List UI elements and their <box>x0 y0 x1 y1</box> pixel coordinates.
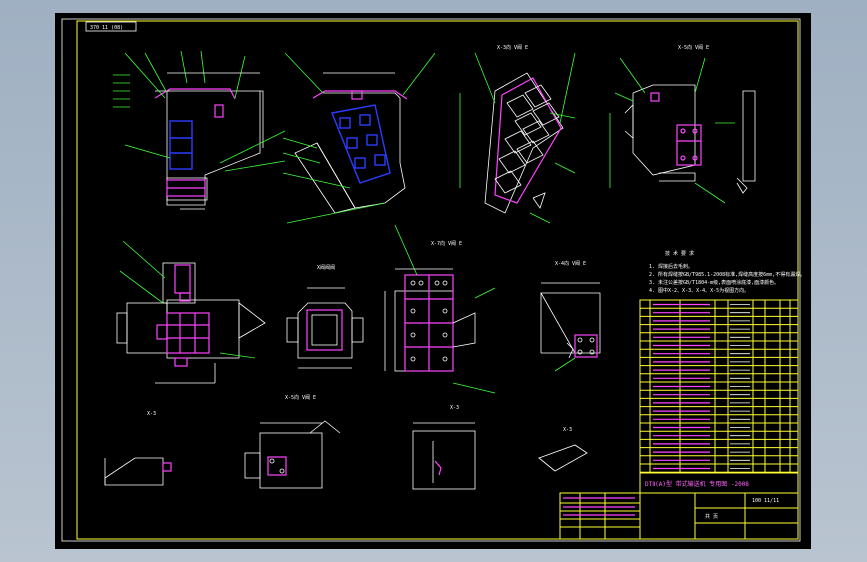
note-3: 3. 未注公差按GB/T1804-m级,表面喷涂底漆,面漆颜色。 <box>649 279 779 286</box>
view-5 <box>116 240 266 384</box>
view-4: X-5向 V阀 E <box>609 44 756 204</box>
view-12: X-3 <box>538 427 588 472</box>
title-company: DTⅡ(A)型 带式输送机 专用图 -2008 <box>645 480 749 488</box>
cad-viewport: 370 11 (08) X-3向 V阀 E X-5向 V阀 E X阀阀阀 X-7… <box>0 0 867 562</box>
notes-title: 技 术 要 求 <box>665 250 694 257</box>
tech-notes: 技 术 要 求 1. 焊接后去毛刺。 2. 所有焊缝按GB/T985.1-200… <box>649 250 805 294</box>
view-8-label: X-4向 V阀 E <box>555 260 586 267</box>
view-1 <box>113 50 286 210</box>
view-3: X-3向 V阀 E <box>459 44 576 224</box>
view-2 <box>282 52 436 224</box>
view-9: X-3 <box>104 411 172 486</box>
title-block: DTⅡ(A)型 带式输送机 专用图 -2008 100 11/11 共 页 <box>559 472 799 540</box>
view-9-label: X-3 <box>147 411 156 417</box>
view-12-label: X-3 <box>563 427 572 433</box>
view-7: X-7向 V阀 E <box>384 224 496 394</box>
title-sheet: 共 页 <box>705 513 718 520</box>
view-8: X-4向 V阀 E <box>540 260 601 372</box>
note-2: 2. 所有焊缝按GB/T985.1-2008标准,焊缝高度按6mm,不得有漏焊。 <box>649 271 805 278</box>
drawing-canvas[interactable]: 370 11 (08) X-3向 V阀 E X-5向 V阀 E X阀阀阀 X-7… <box>55 13 811 549</box>
cad-drawing: 370 11 (08) X-3向 V阀 E X-5向 V阀 E X阀阀阀 X-7… <box>61 18 805 542</box>
view-3-label: X-3向 V阀 E <box>497 44 528 51</box>
view-11: X-3 <box>412 405 476 490</box>
view-4-label: X-5向 V阀 E <box>678 44 709 51</box>
view-10-label: X-5向 V阀 E <box>285 394 316 401</box>
corner-tag: 370 11 (08) <box>90 25 123 31</box>
view-6: X阀阀阀 <box>286 264 364 369</box>
view-7-label: X-7向 V阀 E <box>431 240 462 247</box>
note-1: 1. 焊接后去毛刺。 <box>649 263 693 270</box>
title-drawing-no: 100 11/11 <box>752 498 779 504</box>
view-11-label: X-3 <box>450 405 459 411</box>
view-10: X-5向 V阀 E <box>244 394 341 489</box>
parts-list <box>639 299 799 473</box>
view-6-label: X阀阀阀 <box>317 264 335 271</box>
note-4: 4. 图中X-2、X-3、X-4、X-5为视图方向。 <box>649 287 749 294</box>
